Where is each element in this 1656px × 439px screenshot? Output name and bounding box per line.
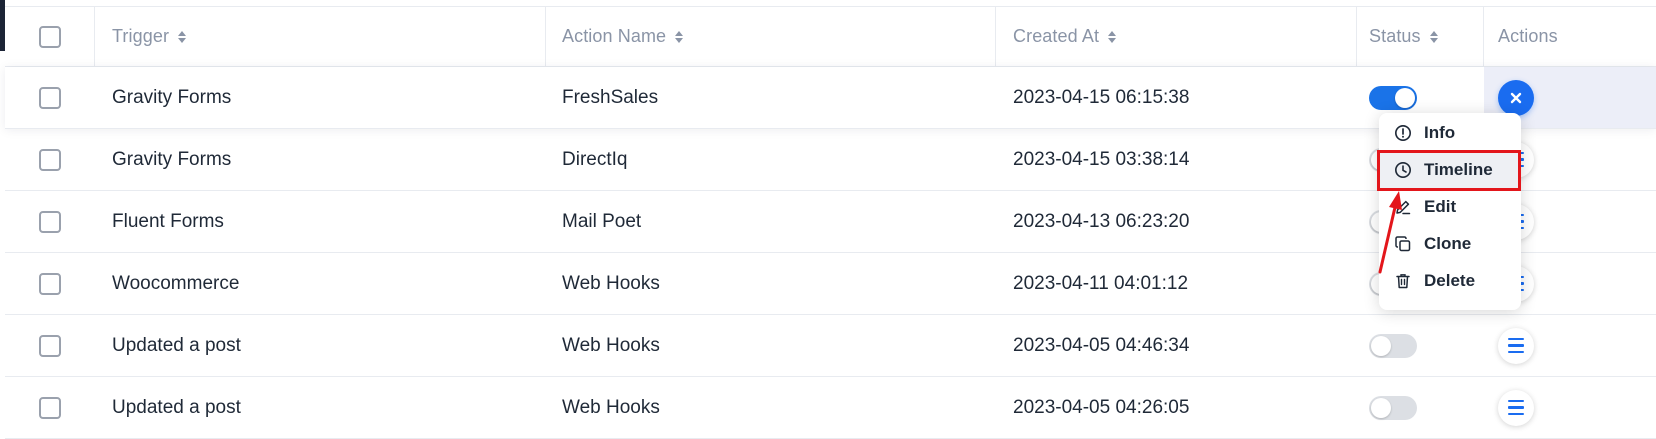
row-checkbox[interactable] <box>39 86 61 109</box>
menu-item-edit[interactable]: Edit <box>1379 188 1521 225</box>
status-toggle[interactable] <box>1369 395 1417 420</box>
created-at-cell: 2023-04-05 04:46:34 <box>1013 334 1190 356</box>
row-checkbox[interactable] <box>39 334 61 357</box>
action-name-cell: DirectIq <box>562 148 628 170</box>
column-header-action-name[interactable]: Action Name <box>546 7 996 66</box>
sort-icon[interactable] <box>178 30 187 43</box>
trigger-cell: Fluent Forms <box>112 210 224 232</box>
column-header-label: Status <box>1369 26 1421 46</box>
action-name-cell: Mail Poet <box>562 210 642 232</box>
action-name-cell: Web Hooks <box>562 334 660 356</box>
menu-item-delete[interactable]: Delete <box>1379 262 1521 299</box>
row-checkbox[interactable] <box>39 210 61 233</box>
menu-item-info[interactable]: Info <box>1379 114 1521 151</box>
info-icon <box>1394 124 1412 142</box>
created-at-cell: 2023-04-05 04:26:05 <box>1013 396 1190 418</box>
row-checkbox[interactable] <box>39 148 61 171</box>
menu-item-label: Info <box>1424 122 1456 142</box>
table-header: Trigger Action Name Created At Status Ac… <box>5 6 1656 67</box>
menu-item-label: Delete <box>1424 270 1476 290</box>
table-row[interactable]: Updated a post Web Hooks 2023-04-05 04:4… <box>5 315 1656 377</box>
menu-icon <box>1508 336 1524 356</box>
sort-icon[interactable] <box>1429 30 1438 43</box>
action-name-cell: FreshSales <box>562 86 659 108</box>
column-header-label: Actions <box>1498 26 1558 46</box>
row-actions-button[interactable] <box>1498 327 1534 364</box>
menu-item-label: Clone <box>1424 233 1472 253</box>
sort-icon[interactable] <box>675 30 684 43</box>
status-toggle[interactable] <box>1369 85 1417 110</box>
created-at-cell: 2023-04-15 06:15:38 <box>1013 86 1190 108</box>
menu-icon <box>1508 398 1524 418</box>
column-header-created-at[interactable]: Created At <box>996 7 1357 66</box>
row-actions-button[interactable] <box>1498 389 1534 426</box>
trigger-cell: Updated a post <box>112 396 241 418</box>
row-actions-menu: Info Timeline Edit Clone Delete <box>1379 113 1521 310</box>
select-all-cell <box>5 7 95 66</box>
column-header-status[interactable]: Status <box>1357 7 1484 66</box>
row-checkbox[interactable] <box>39 272 61 295</box>
trigger-cell: Woocommerce <box>112 272 240 294</box>
trash-icon <box>1394 272 1412 290</box>
select-all-checkbox[interactable] <box>38 25 61 48</box>
close-icon <box>1510 92 1522 103</box>
status-toggle[interactable] <box>1369 333 1417 358</box>
row-checkbox[interactable] <box>39 396 61 419</box>
column-header-label: Action Name <box>562 26 667 46</box>
created-at-cell: 2023-04-15 03:38:14 <box>1013 148 1190 170</box>
copy-icon <box>1394 235 1412 253</box>
trigger-cell: Gravity Forms <box>112 86 232 108</box>
action-name-cell: Web Hooks <box>562 272 660 294</box>
menu-item-clone[interactable]: Clone <box>1379 225 1521 262</box>
trigger-cell: Updated a post <box>112 334 241 356</box>
column-header-actions: Actions <box>1484 7 1656 66</box>
column-header-label: Created At <box>1013 26 1100 46</box>
created-at-cell: 2023-04-11 04:01:12 <box>1013 272 1189 294</box>
table-row[interactable]: Updated a post Web Hooks 2023-04-05 04:2… <box>5 377 1656 439</box>
trigger-cell: Gravity Forms <box>112 148 232 170</box>
close-actions-button[interactable] <box>1498 79 1534 116</box>
action-name-cell: Web Hooks <box>562 396 660 418</box>
sort-icon[interactable] <box>1108 30 1117 43</box>
created-at-cell: 2023-04-13 06:23:20 <box>1013 210 1190 232</box>
column-header-label: Trigger <box>112 26 170 46</box>
menu-item-label: Edit <box>1424 196 1457 216</box>
edit-icon <box>1394 198 1412 216</box>
column-header-trigger[interactable]: Trigger <box>95 7 546 66</box>
highlight-box <box>1377 150 1521 191</box>
